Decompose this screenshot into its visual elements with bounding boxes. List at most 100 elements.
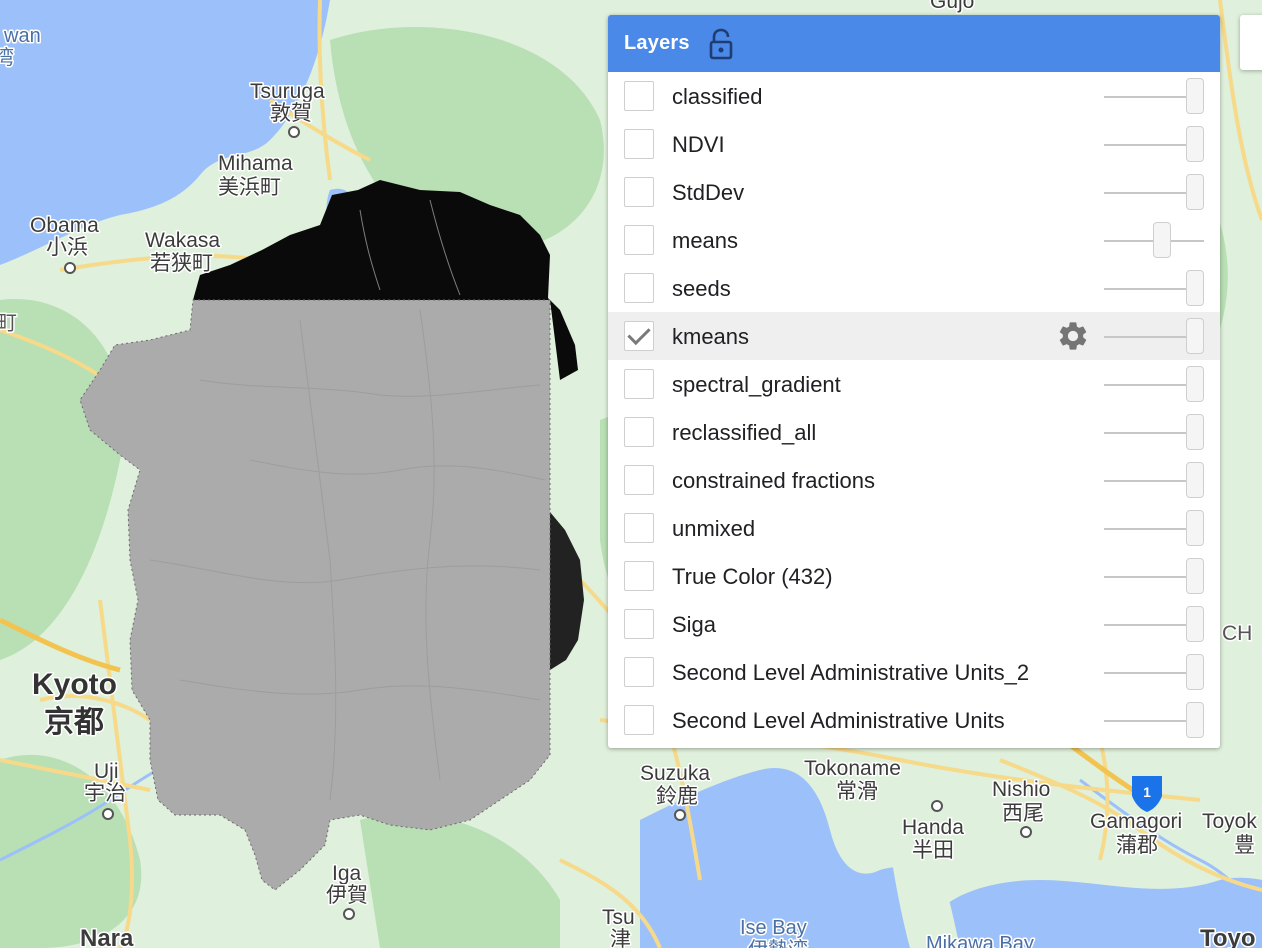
layer-opacity-slider[interactable]: [1104, 414, 1204, 450]
layer-opacity-slider[interactable]: [1104, 702, 1204, 738]
layers-panel-title: Layers: [624, 32, 690, 54]
label-gamagori-jp: 蒲郡: [1116, 834, 1158, 857]
label-uji-jp: 宇治: [84, 782, 126, 805]
edge-label-bay-jp: 湾: [0, 46, 14, 69]
label-iga: Iga: [332, 862, 362, 885]
label-handa-jp: 半田: [912, 839, 954, 862]
layer-name: unmixed: [672, 516, 756, 541]
slider-thumb[interactable]: [1186, 606, 1204, 642]
layer-opacity-slider[interactable]: [1104, 366, 1204, 402]
edge-label-ch: CH: [1222, 622, 1252, 645]
layer-row[interactable]: True Color (432): [608, 552, 1220, 600]
label-tokoname-jp: 常滑: [836, 780, 878, 803]
layer-row[interactable]: classified: [608, 72, 1220, 120]
label-wakasa-jp: 若狭町: [150, 252, 213, 275]
label-nishio: Nishio: [992, 778, 1050, 801]
label-suzuka-jp: 鈴鹿: [656, 785, 698, 808]
layer-opacity-slider[interactable]: [1104, 510, 1204, 546]
label-toyok-jp: 豊: [1234, 834, 1255, 857]
layer-visibility-checkbox[interactable]: [624, 273, 654, 303]
layer-row[interactable]: Second Level Administrative Units_2: [608, 648, 1220, 696]
layer-opacity-slider[interactable]: [1104, 462, 1204, 498]
layer-visibility-checkbox[interactable]: [624, 321, 654, 351]
slider-thumb[interactable]: [1186, 174, 1204, 210]
slider-thumb[interactable]: [1186, 414, 1204, 450]
map-edge-control[interactable]: [1240, 15, 1262, 70]
layer-opacity-slider[interactable]: [1104, 318, 1204, 354]
layer-row[interactable]: means: [608, 216, 1220, 264]
slider-thumb[interactable]: [1186, 558, 1204, 594]
slider-thumb[interactable]: [1153, 222, 1172, 258]
label-tsuruga: Tsuruga: [250, 80, 325, 103]
layer-row[interactable]: kmeans: [608, 312, 1220, 360]
label-tsu-jp: 津: [610, 928, 631, 948]
slider-thumb[interactable]: [1186, 510, 1204, 546]
label-wakasa: Wakasa: [145, 229, 220, 252]
layer-visibility-checkbox[interactable]: [624, 609, 654, 639]
label-suzuka: Suzuka: [640, 762, 710, 785]
layer-name: Second Level Administrative Units_2: [672, 660, 1030, 685]
route-shield-label: 1: [1143, 784, 1151, 800]
layer-opacity-slider[interactable]: [1104, 78, 1204, 114]
layer-row[interactable]: seeds: [608, 264, 1220, 312]
layer-visibility-checkbox[interactable]: [624, 129, 654, 159]
layer-name: NDVI: [672, 132, 725, 157]
label-ise-bay-jp: 伊勢湾: [748, 938, 808, 948]
layer-opacity-slider[interactable]: [1104, 558, 1204, 594]
layer-visibility-checkbox[interactable]: [624, 465, 654, 495]
layer-name: Siga: [672, 612, 717, 637]
layer-opacity-slider[interactable]: [1104, 606, 1204, 642]
layer-opacity-slider[interactable]: [1104, 126, 1204, 162]
layer-row[interactable]: reclassified_all: [608, 408, 1220, 456]
layer-visibility-checkbox[interactable]: [624, 81, 654, 111]
slider-thumb[interactable]: [1186, 270, 1204, 306]
label-mihama: Mihama: [218, 152, 293, 175]
layer-opacity-slider[interactable]: [1104, 222, 1204, 258]
slider-thumb[interactable]: [1186, 462, 1204, 498]
city-dot-handa: [931, 800, 943, 812]
layer-opacity-slider[interactable]: [1104, 174, 1204, 210]
layer-visibility-checkbox[interactable]: [624, 561, 654, 591]
layer-name: spectral_gradient: [672, 372, 841, 397]
slider-thumb[interactable]: [1186, 126, 1204, 162]
label-tsuruga-jp: 敦賀: [270, 102, 312, 125]
slider-thumb[interactable]: [1186, 318, 1204, 354]
label-uji: Uji: [94, 760, 119, 783]
label-obama: Obama: [30, 214, 99, 237]
layer-opacity-slider[interactable]: [1104, 654, 1204, 690]
label-nara: Nara: [80, 925, 134, 948]
layer-name: seeds: [672, 276, 731, 301]
layer-row[interactable]: spectral_gradient: [608, 360, 1220, 408]
layer-name: True Color (432): [672, 564, 833, 589]
layer-visibility-checkbox[interactable]: [624, 705, 654, 735]
layer-row[interactable]: Second Level Administrative Units: [608, 696, 1220, 744]
slider-thumb[interactable]: [1186, 78, 1204, 114]
layer-visibility-checkbox[interactable]: [624, 417, 654, 447]
slider-thumb[interactable]: [1186, 366, 1204, 402]
gear-icon[interactable]: [1056, 319, 1090, 353]
edge-label-machi: 町: [0, 312, 17, 335]
layer-visibility-checkbox[interactable]: [624, 225, 654, 255]
label-handa: Handa: [902, 816, 964, 839]
layer-row[interactable]: StdDev: [608, 168, 1220, 216]
layer-opacity-slider[interactable]: [1104, 270, 1204, 306]
layer-visibility-checkbox[interactable]: [624, 177, 654, 207]
layers-panel: Layers classified NDVI StdDev means seeds kme…: [608, 15, 1220, 748]
layer-name: reclassified_all: [672, 420, 817, 445]
layer-visibility-checkbox[interactable]: [624, 657, 654, 687]
lock-open-icon[interactable]: [708, 28, 734, 60]
layer-row[interactable]: Siga: [608, 600, 1220, 648]
layer-row[interactable]: NDVI: [608, 120, 1220, 168]
label-tsu: Tsu: [602, 906, 635, 929]
layer-visibility-checkbox[interactable]: [624, 513, 654, 543]
layer-visibility-checkbox[interactable]: [624, 369, 654, 399]
layer-name: StdDev: [672, 180, 745, 205]
city-dot-suzuka: [674, 809, 686, 821]
label-tokoname: Tokoname: [804, 757, 901, 780]
label-kyoto: Kyoto: [32, 668, 117, 701]
layer-row[interactable]: unmixed: [608, 504, 1220, 552]
slider-thumb[interactable]: [1186, 654, 1204, 690]
slider-thumb[interactable]: [1186, 702, 1204, 738]
layer-row[interactable]: constrained fractions: [608, 456, 1220, 504]
label-mihama-jp: 美浜町: [218, 176, 281, 199]
